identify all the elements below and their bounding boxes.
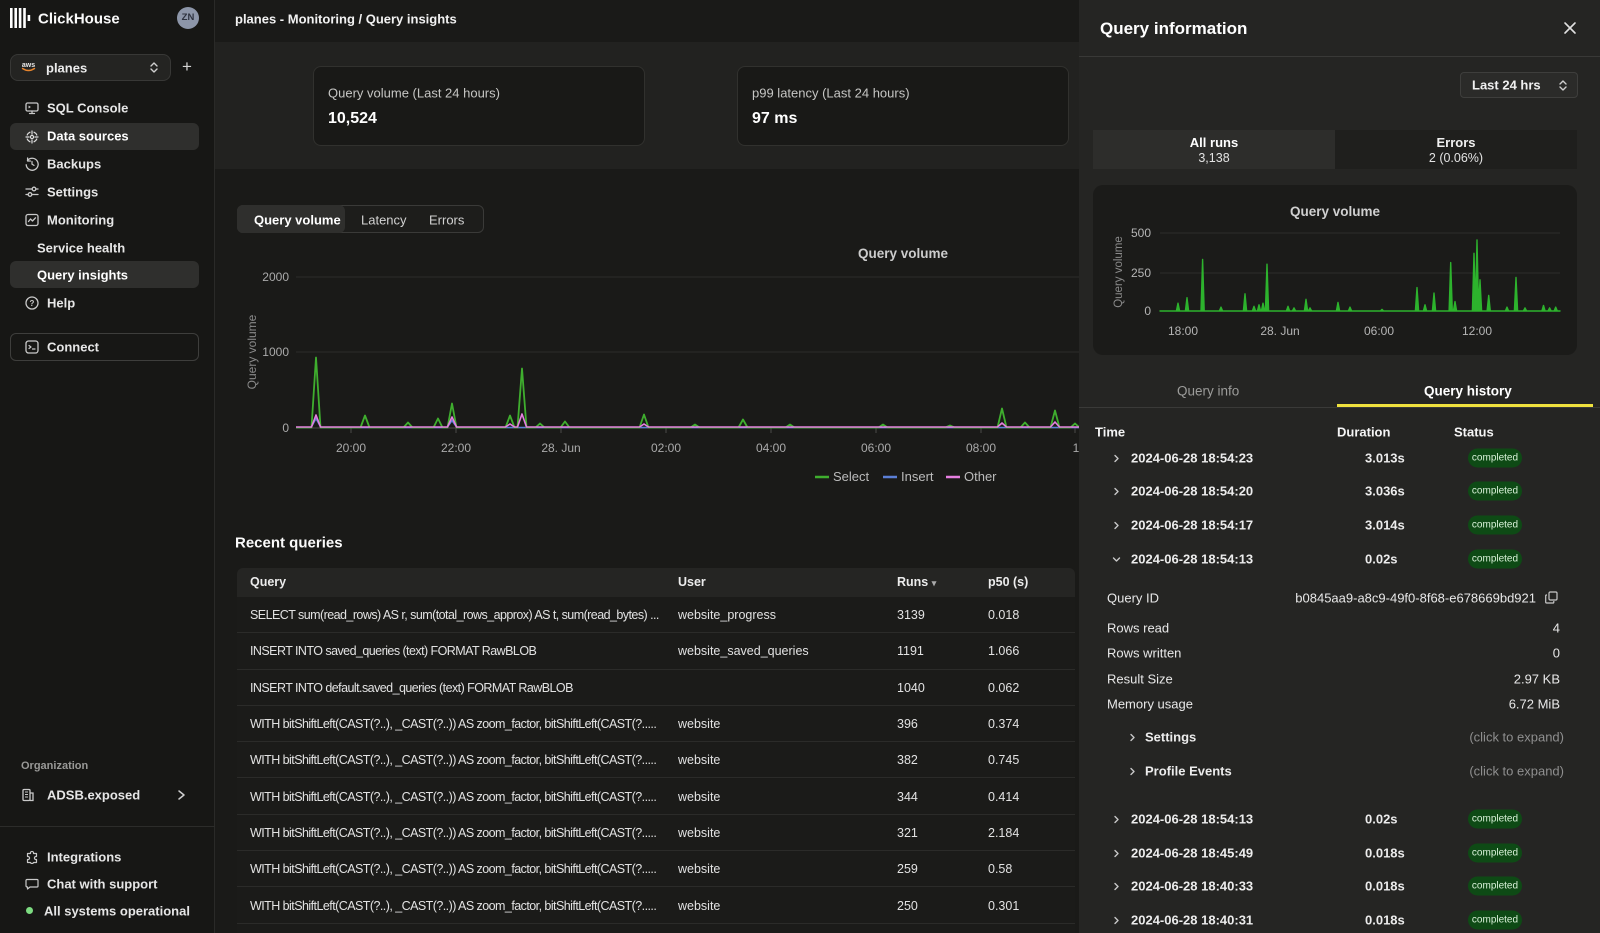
svg-text:12:00: 12:00 bbox=[1462, 324, 1492, 338]
svg-text:Other: Other bbox=[964, 469, 997, 484]
svg-text:aws: aws bbox=[22, 62, 35, 69]
svg-text:06:00: 06:00 bbox=[1364, 324, 1394, 338]
svg-text:02:00: 02:00 bbox=[651, 441, 681, 455]
svg-text:20:00: 20:00 bbox=[336, 441, 366, 455]
svg-text:2000: 2000 bbox=[262, 270, 289, 284]
svg-text:04:00: 04:00 bbox=[756, 441, 786, 455]
svg-text:Insert: Insert bbox=[901, 469, 934, 484]
svg-text:250: 250 bbox=[1131, 266, 1151, 280]
svg-text:18:00: 18:00 bbox=[1168, 324, 1198, 338]
svg-text:0: 0 bbox=[282, 421, 289, 435]
svg-text:08:00: 08:00 bbox=[966, 441, 996, 455]
svg-text:0: 0 bbox=[1144, 304, 1151, 318]
svg-text:22:00: 22:00 bbox=[441, 441, 471, 455]
svg-text:06:00: 06:00 bbox=[861, 441, 891, 455]
svg-text:Query volume: Query volume bbox=[1113, 236, 1125, 308]
svg-text:Query volume: Query volume bbox=[858, 246, 949, 261]
svg-text:1000: 1000 bbox=[262, 345, 289, 359]
svg-text:500: 500 bbox=[1131, 226, 1151, 240]
svg-text:Query volume: Query volume bbox=[1290, 204, 1381, 219]
svg-text:28. Jun: 28. Jun bbox=[1260, 324, 1299, 338]
svg-text:Query volume: Query volume bbox=[245, 314, 259, 389]
svg-text:Select: Select bbox=[833, 469, 870, 484]
svg-text:?: ? bbox=[30, 299, 35, 308]
svg-text:28. Jun: 28. Jun bbox=[541, 441, 580, 455]
